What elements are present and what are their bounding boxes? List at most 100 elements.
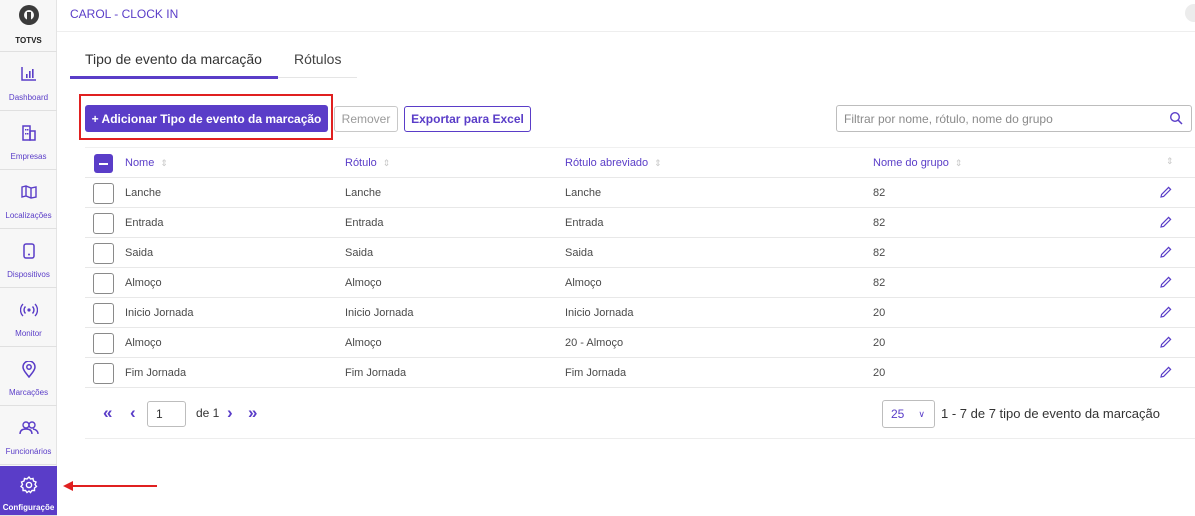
event-types-table: Nome ⇕ Rótulo ⇕ Rótulo abreviado ⇕ Nome do … bbox=[85, 147, 1195, 388]
table-row[interactable]: Lanche Lanche Lanche 82 bbox=[85, 178, 1195, 208]
edit-icon[interactable] bbox=[1160, 216, 1172, 228]
first-page-icon[interactable]: « bbox=[103, 404, 112, 422]
cell-rotulo-abreviado: Entrada bbox=[565, 217, 604, 229]
cell-rotulo-abreviado: Lanche bbox=[565, 187, 602, 199]
cell-nome: Entrada bbox=[125, 217, 164, 229]
sidebar-item-funcionarios[interactable]: Funcionários bbox=[0, 407, 57, 465]
cell-rotulo: Inicio Jornada bbox=[345, 307, 414, 319]
column-header-label: Nome bbox=[125, 157, 155, 169]
row-checkbox[interactable] bbox=[93, 363, 114, 384]
bar-chart-icon bbox=[0, 63, 57, 85]
table-row[interactable]: Saida Saida Saida 82 bbox=[85, 238, 1195, 268]
users-icon bbox=[0, 417, 57, 439]
edit-icon[interactable] bbox=[1160, 336, 1172, 348]
tab-tipo-de-evento[interactable]: Tipo de evento da marcação bbox=[85, 51, 262, 67]
select-all-checkbox[interactable] bbox=[94, 154, 113, 173]
cell-nome-do-grupo: 82 bbox=[873, 277, 886, 289]
sidebar-item-dashboard[interactable]: Dashboard bbox=[0, 53, 57, 111]
sort-icon: ⇕ bbox=[382, 158, 391, 168]
table-row[interactable]: Inicio Jornada Inicio Jornada Inicio Jor… bbox=[85, 298, 1195, 328]
row-checkbox[interactable] bbox=[93, 183, 114, 204]
column-header-nome[interactable]: Nome ⇕ bbox=[125, 157, 168, 169]
sidebar-item-label: Dispositivos bbox=[7, 270, 50, 279]
cell-nome: Almoço bbox=[125, 277, 162, 289]
totvs-logo[interactable]: TOTVS bbox=[0, 0, 57, 52]
table-row[interactable]: Entrada Entrada Entrada 82 bbox=[85, 208, 1195, 238]
page-number-input[interactable]: 1 bbox=[147, 401, 186, 427]
gear-icon bbox=[0, 474, 57, 496]
export-excel-button[interactable]: Exportar para Excel bbox=[404, 106, 531, 132]
search-input[interactable] bbox=[844, 110, 1154, 128]
sidebar-item-dispositivos[interactable]: Dispositivos bbox=[0, 230, 57, 288]
column-header-label: Rótulo bbox=[345, 157, 377, 169]
cell-nome-do-grupo: 20 bbox=[873, 337, 886, 349]
sidebar-item-localizacoes[interactable]: Localizações bbox=[0, 171, 57, 229]
row-checkbox[interactable] bbox=[93, 303, 114, 324]
row-checkbox[interactable] bbox=[93, 333, 114, 354]
table-row[interactable]: Fim Jornada Fim Jornada Fim Jornada 20 bbox=[85, 358, 1195, 388]
cell-nome: Saida bbox=[125, 247, 154, 259]
per-page-value: 25 bbox=[891, 407, 905, 421]
device-icon bbox=[0, 240, 57, 262]
cell-nome-do-grupo: 20 bbox=[873, 367, 886, 379]
per-page-select[interactable]: 25 ∨ bbox=[882, 400, 935, 428]
sidebar-item-label: Localizações bbox=[5, 211, 52, 220]
table-row[interactable]: Almoço Almoço 20 - Almoço 20 bbox=[85, 328, 1195, 358]
results-range-text: 1 - 7 de 7 tipo de evento da marcação bbox=[941, 406, 1160, 421]
column-header-rotulo-abreviado[interactable]: Rótulo abreviado ⇕ bbox=[565, 157, 662, 169]
cell-nome: Lanche bbox=[125, 187, 162, 199]
row-checkbox[interactable] bbox=[93, 273, 114, 294]
sidebar-item-marcacoes[interactable]: Marcações bbox=[0, 348, 57, 406]
cell-nome: Inicio Jornada bbox=[125, 307, 194, 319]
remove-button[interactable]: Remover bbox=[334, 106, 398, 132]
edit-icon[interactable] bbox=[1160, 276, 1172, 288]
column-header-label: Rótulo abreviado bbox=[565, 157, 649, 169]
cell-nome: Almoço bbox=[125, 337, 162, 349]
table-header: Nome ⇕ Rótulo ⇕ Rótulo abreviado ⇕ Nome do … bbox=[85, 147, 1195, 178]
active-tab-indicator bbox=[70, 76, 278, 79]
tab-rotulos[interactable]: Rótulos bbox=[294, 51, 341, 67]
edit-icon[interactable] bbox=[1160, 246, 1172, 258]
column-header-nome-do-grupo[interactable]: Nome do grupo ⇕ bbox=[873, 157, 962, 169]
chevron-down-icon: ∨ bbox=[918, 409, 925, 419]
cell-nome-do-grupo: 20 bbox=[873, 307, 886, 319]
card-divider bbox=[85, 438, 1195, 439]
user-avatar[interactable] bbox=[1185, 4, 1195, 22]
cell-nome-do-grupo: 82 bbox=[873, 217, 886, 229]
cell-rotulo-abreviado: Inicio Jornada bbox=[565, 307, 634, 319]
sort-icon: ⇕ bbox=[1166, 156, 1174, 166]
cell-rotulo: Lanche bbox=[345, 187, 382, 199]
app-title: CAROL - CLOCK IN bbox=[70, 7, 179, 21]
sidebar-item-monitor[interactable]: Monitor bbox=[0, 289, 57, 347]
edit-icon[interactable] bbox=[1160, 366, 1172, 378]
cell-rotulo: Almoço bbox=[345, 277, 382, 289]
cell-rotulo-abreviado: Almoço bbox=[565, 277, 602, 289]
sidebar-item-label: Dashboard bbox=[8, 93, 49, 102]
sidebar-item-label: Configuraçõe bbox=[2, 503, 55, 512]
edit-icon[interactable] bbox=[1160, 306, 1172, 318]
broadcast-icon bbox=[0, 299, 57, 321]
cell-rotulo: Entrada bbox=[345, 217, 384, 229]
table-row[interactable]: Almoço Almoço Almoço 82 bbox=[85, 268, 1195, 298]
sidebar: TOTVS Dashboard Empresas Localizações Di bbox=[0, 0, 57, 516]
annotation-highlight-box bbox=[79, 94, 333, 140]
last-page-icon[interactable]: » bbox=[248, 404, 257, 422]
search-icon[interactable] bbox=[1169, 111, 1183, 125]
row-checkbox[interactable] bbox=[93, 243, 114, 264]
cell-nome-do-grupo: 82 bbox=[873, 187, 886, 199]
row-checkbox[interactable] bbox=[93, 213, 114, 234]
map-icon bbox=[0, 181, 57, 203]
prev-page-icon[interactable]: ‹ bbox=[130, 404, 136, 422]
search-box bbox=[836, 105, 1192, 132]
sort-icon: ⇕ bbox=[954, 158, 963, 168]
column-header-rotulo[interactable]: Rótulo ⇕ bbox=[345, 157, 390, 169]
sidebar-item-label: Monitor bbox=[15, 329, 42, 338]
edit-icon[interactable] bbox=[1160, 186, 1172, 198]
sidebar-item-empresas[interactable]: Empresas bbox=[0, 112, 57, 170]
cell-rotulo: Fim Jornada bbox=[345, 367, 407, 379]
sort-icon: ⇕ bbox=[160, 158, 168, 168]
logo-text: TOTVS bbox=[15, 36, 42, 45]
sidebar-item-configuracoes[interactable]: Configuraçõe bbox=[0, 466, 57, 516]
next-page-icon[interactable]: › bbox=[227, 404, 233, 422]
sidebar-item-label: Empresas bbox=[10, 152, 47, 161]
